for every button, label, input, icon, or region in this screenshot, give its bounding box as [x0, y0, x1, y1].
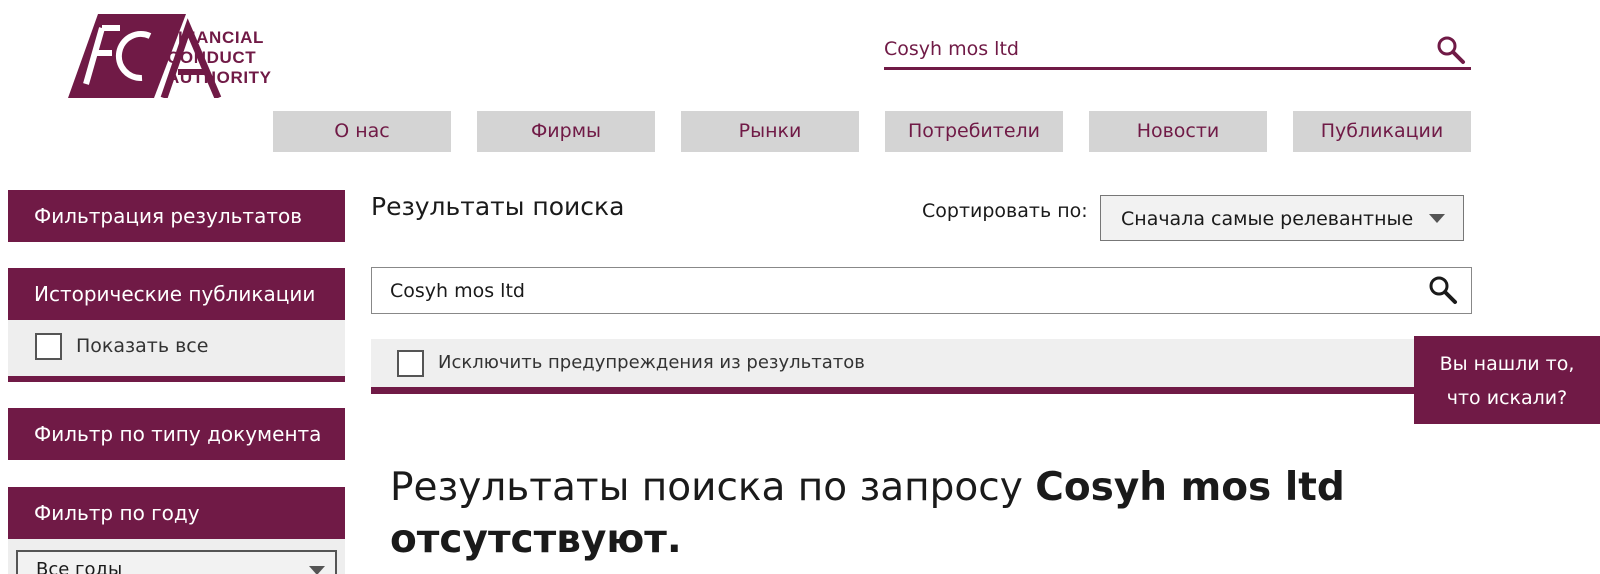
logo-line: FINANCIAL	[167, 28, 264, 47]
nav-item-publications[interactable]: Публикации	[1293, 111, 1471, 152]
no-results-query: Cosyh mos ltd	[1035, 465, 1345, 510]
header-search	[884, 34, 1471, 70]
chevron-down-icon	[1429, 214, 1445, 223]
no-results-prefix: Результаты поиска по запросу	[390, 465, 1023, 510]
no-results-message: Результаты поиска по запросу Cosyh mos l…	[390, 462, 1430, 566]
main-nav: О нас Фирмы Рынки Потребители Новости Пу…	[273, 111, 1471, 152]
nav-item-about[interactable]: О нас	[273, 111, 451, 152]
main-search-input[interactable]	[390, 276, 1370, 306]
nav-item-firms[interactable]: Фирмы	[477, 111, 655, 152]
panel-divider	[371, 387, 1472, 394]
historical-panel: Показать все	[8, 320, 345, 376]
exclude-warnings-checkbox[interactable]	[397, 350, 424, 377]
no-results-suffix: отсутствуют.	[390, 517, 682, 562]
logo-text: FINANCIAL CONDUCT AUTHORITY	[167, 28, 272, 88]
logo-line: AUTHORITY	[167, 68, 272, 87]
year-select-value: Все годы	[36, 559, 123, 574]
search-icon[interactable]	[1427, 274, 1459, 306]
nav-item-news[interactable]: Новости	[1089, 111, 1267, 152]
logo-line: CONDUCT	[167, 48, 257, 67]
year-filter-header[interactable]: Фильтр по году	[8, 487, 345, 539]
nav-item-consumers[interactable]: Потребители	[885, 111, 1063, 152]
nav-item-markets[interactable]: Рынки	[681, 111, 859, 152]
show-all-label: Показать все	[76, 335, 209, 357]
exclude-warnings-panel: Исключить предупреждения из результатов	[371, 339, 1472, 387]
sort-select[interactable]: Сначала самые релевантные	[1100, 195, 1464, 241]
historical-publications-header[interactable]: Исторические публикации	[8, 268, 345, 320]
page-title: Результаты поиска	[371, 192, 625, 221]
sort-label: Сортировать по:	[922, 200, 1088, 222]
feedback-line: что искали?	[1446, 387, 1568, 409]
sort-select-value: Сначала самые релевантные	[1121, 208, 1414, 230]
feedback-line: Вы нашли то,	[1439, 353, 1575, 375]
chevron-down-icon	[309, 566, 325, 574]
feedback-button[interactable]: Вы нашли то, что искали?	[1414, 336, 1600, 424]
search-icon[interactable]	[1435, 34, 1467, 66]
show-all-checkbox[interactable]	[35, 333, 62, 360]
exclude-warnings-label: Исключить предупреждения из результатов	[438, 352, 865, 373]
filter-results-header[interactable]: Фильтрация результатов	[8, 190, 345, 242]
year-select[interactable]: Все годы	[16, 550, 337, 574]
doc-type-filter-header[interactable]: Фильтр по типу документа	[8, 408, 345, 460]
header-search-input[interactable]	[884, 34, 1424, 64]
panel-divider	[8, 376, 345, 382]
main-search	[371, 267, 1472, 314]
